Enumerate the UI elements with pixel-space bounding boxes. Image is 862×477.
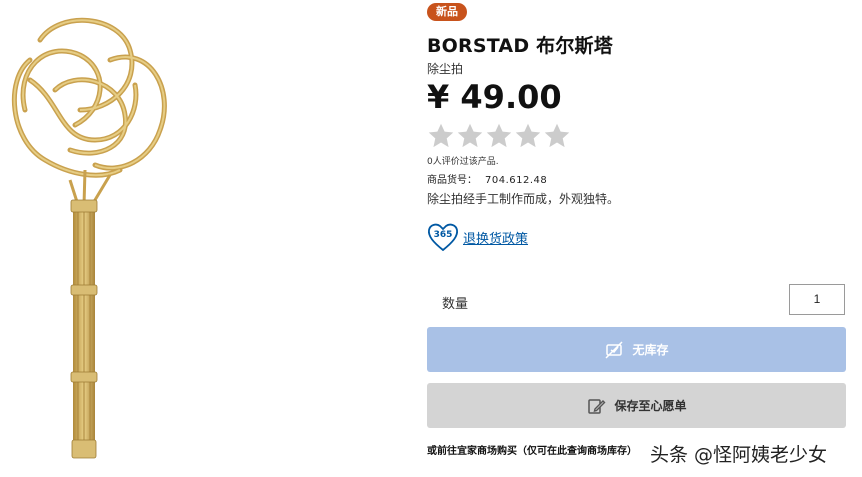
article-value: 704.612.48 [485,175,548,186]
quantity-label: 数量 [442,297,469,312]
watermark-text: 头条 @怪阿姨老少女 [648,440,830,467]
product-image [11,17,167,459]
star-icon[interactable] [485,122,513,150]
star-icon[interactable] [456,122,484,150]
new-badge: 新品 [427,3,467,21]
article-label: 商品货号： [427,175,477,186]
edit-list-icon [588,398,606,414]
rating-stars[interactable] [427,122,571,150]
wishlist-label: 保存至心愿单 [614,399,687,413]
reviews-count: 0人评价过该产品. [427,157,499,167]
star-icon[interactable] [514,122,542,150]
out-of-stock-label: 无库存 [632,343,669,357]
quantity-input[interactable]: 1 [789,284,845,315]
star-icon[interactable] [427,122,455,150]
star-icon[interactable] [543,122,571,150]
save-to-wishlist-button[interactable]: 保存至心愿单 [427,383,846,428]
article-number: 商品货号： 704.612.48 [427,171,547,186]
return-policy-link[interactable]: 退换货政策 [463,228,528,247]
product-subtitle: 除尘拍 [427,62,464,76]
store-availability-note[interactable]: 或前往宜家商场购买（仅可在此查询商场库存） [427,445,642,459]
product-price: ¥ 49.00 [427,78,562,116]
product-title: BORSTAD 布尔斯塔 [427,35,613,57]
policy-icon-text: 365 [434,230,453,240]
out-of-stock-button[interactable]: 无库存 [427,327,846,372]
product-description: 除尘拍经手工制作而成，外观独特。 [427,192,620,206]
cart-unavailable-icon [605,340,624,359]
heart-365-icon: 365 [427,222,459,252]
return-policy[interactable]: 365 退换货政策 [427,222,528,252]
